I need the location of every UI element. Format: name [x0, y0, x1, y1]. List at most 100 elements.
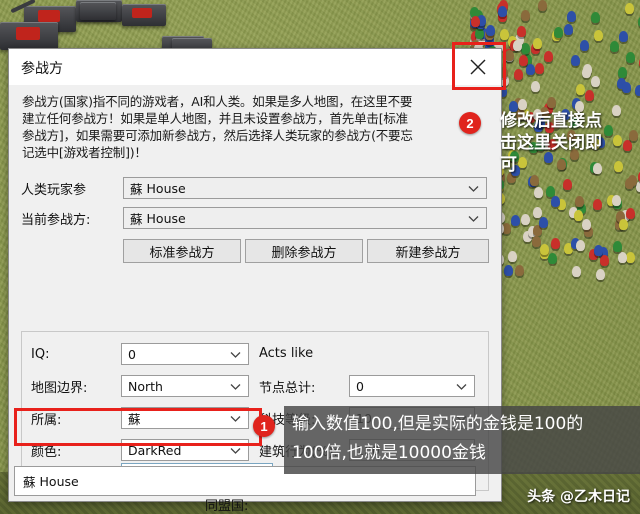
close-note-line-1: 修改后直接点: [500, 111, 602, 131]
crowd-unit: [530, 80, 540, 92]
acts-like-label: Acts like: [259, 346, 314, 361]
crowd-unit: [521, 42, 531, 54]
crowd-unit: [538, 217, 548, 229]
crowd-unit: [626, 208, 636, 220]
tank-unit: [80, 2, 116, 20]
crowd-unit: [574, 195, 584, 207]
tank-turret: [16, 27, 40, 40]
crowd-unit: [563, 23, 573, 35]
crowd-unit: [624, 3, 634, 15]
chevron-down-icon: [230, 379, 241, 394]
crowd-unit: [548, 252, 558, 264]
chevron-down-icon: [468, 211, 479, 226]
tooltip-line-2: 100倍,也就是10000金钱: [292, 443, 486, 463]
tank-turret: [132, 8, 152, 18]
desc-line-4: 记选中[游戏者控制])！: [22, 145, 147, 160]
faction-flag-icon: 蘇: [130, 181, 143, 197]
crowd-unit: [619, 218, 629, 230]
crowd-unit: [525, 64, 535, 76]
crowd-unit: [593, 245, 603, 256]
crowd-unit: [579, 39, 589, 51]
dialog-titlebar: 参战方: [9, 49, 501, 85]
human-player-select[interactable]: 蘇 House: [123, 177, 487, 199]
crowd-unit: [576, 84, 586, 96]
annotation-badge-1: 1: [253, 415, 275, 437]
money-tooltip: 输入数值100,但是实际的金钱是100的 100倍,也就是10000金钱: [284, 406, 640, 474]
crowd-unit: [594, 29, 604, 41]
desc-line-3: 参战方]，如果需要可添加新参战方，然后选择人类玩家的参战方(不要忘: [22, 128, 413, 143]
dialog-title: 参战方: [21, 61, 63, 77]
node-total-select[interactable]: 0: [349, 375, 475, 397]
node-total-value: 0: [356, 378, 364, 394]
crowd-unit: [550, 237, 560, 249]
allies-label: 同盟国:: [205, 499, 249, 514]
allies-list-item: House: [39, 473, 79, 489]
crowd-unit: [554, 27, 564, 39]
crowd-unit: [612, 241, 622, 253]
map-border-row: 地图边界: North: [31, 375, 249, 397]
crowd-unit: [572, 266, 582, 278]
crowd-unit: [574, 210, 584, 222]
crowd-unit: [529, 174, 539, 186]
crowd-unit: [518, 55, 528, 67]
desc-line-1: 参战方(国家)指不同的游戏者，AI和人类。如果是多人地图，在这里不要: [22, 94, 413, 109]
crowd-unit: [582, 218, 592, 230]
new-participant-button[interactable]: 新建参战方: [367, 239, 489, 263]
delete-participant-button[interactable]: 删除参战方: [245, 239, 363, 263]
crowd-unit: [498, 5, 508, 17]
crowd-unit: [600, 254, 610, 266]
current-participant-select[interactable]: 蘇 House: [123, 207, 487, 229]
crowd-unit: [593, 198, 603, 210]
crowd-unit: [504, 265, 514, 277]
iq-select[interactable]: 0: [121, 343, 249, 365]
crowd-unit: [625, 177, 635, 189]
crowd-unit: [550, 196, 560, 208]
crowd-unit: [539, 243, 549, 255]
crowd-unit: [626, 51, 636, 63]
crowd-unit: [544, 51, 554, 63]
tank-unit: [122, 4, 166, 26]
close-note-line-2: 击这里关闭即: [500, 133, 602, 153]
crowd-unit: [520, 214, 530, 226]
crowd-unit: [581, 66, 591, 78]
crowd-unit: [585, 90, 595, 102]
faction-flag-icon: 蘇: [23, 474, 36, 490]
human-player-label: 人类玩家参: [21, 182, 87, 198]
standard-participants-button[interactable]: 标准参战方: [123, 239, 241, 263]
desc-line-2: 建立任何参战方！如果是单人地图，并且未设置参战方，首先单击[标准: [22, 111, 408, 126]
crowd-unit: [470, 15, 480, 27]
dialog-description: 参战方(国家)指不同的游戏者，AI和人类。如果是多人地图，在这里不要 建立任何参…: [10, 85, 500, 169]
close-note-line-3: 可: [500, 155, 517, 175]
crowd-unit: [517, 25, 527, 37]
money-field-highlight: [14, 408, 262, 446]
iq-row: IQ: 0: [31, 343, 249, 365]
tank-unit: [0, 22, 58, 50]
crowd-unit: [626, 252, 636, 264]
crowd-unit: [611, 195, 621, 207]
node-total-label: 节点总计:: [259, 380, 316, 396]
crowd-unit: [618, 30, 628, 42]
tooltip-line-1: 输入数值100,但是实际的金钱是100的: [292, 414, 584, 434]
crowd-unit: [622, 81, 632, 93]
map-border-value: North: [128, 378, 163, 394]
crowd-unit: [534, 187, 544, 199]
crowd-unit: [532, 207, 542, 219]
crowd-unit: [571, 54, 581, 66]
chevron-down-icon: [468, 181, 479, 196]
crowd-unit: [617, 251, 627, 263]
human-player-value: House: [146, 180, 186, 196]
crowd-unit: [576, 239, 586, 251]
map-border-select[interactable]: North: [121, 375, 249, 397]
crowd-unit: [596, 269, 606, 281]
crowd-unit: [609, 41, 619, 53]
crowd-unit: [485, 24, 495, 36]
crowd-unit: [514, 264, 524, 276]
close-annotation-note: 修改后直接点 击这里关闭即 可: [500, 110, 638, 176]
crowd-unit: [508, 251, 518, 263]
crowd-unit: [534, 62, 544, 74]
crowd-unit: [562, 178, 572, 190]
crowd-unit: [521, 10, 531, 22]
annotation-badge-2: 2: [459, 112, 481, 134]
map-border-label: 地图边界:: [31, 380, 88, 396]
chevron-down-icon: [230, 347, 241, 362]
